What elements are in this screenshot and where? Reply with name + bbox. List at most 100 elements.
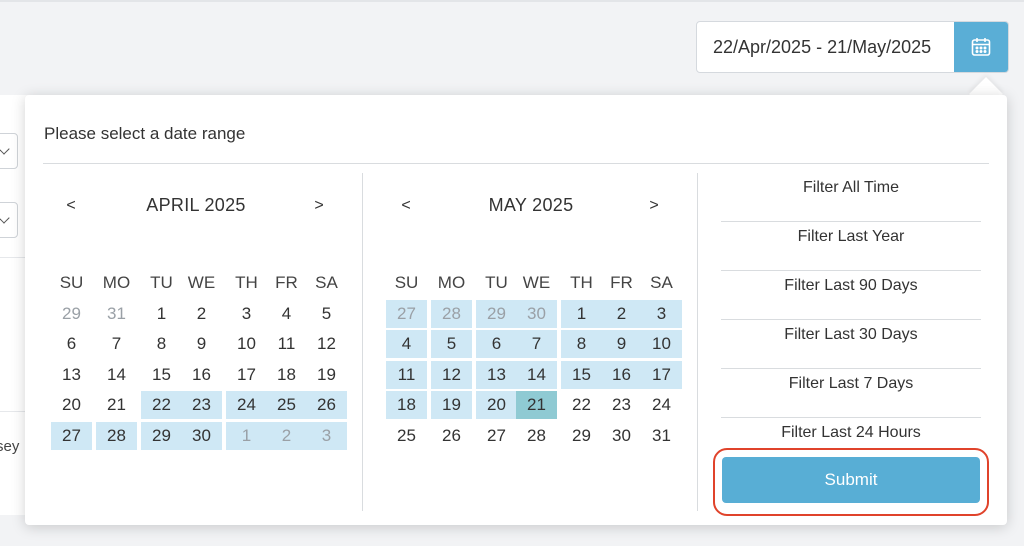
- day-cell[interactable]: 29: [141, 422, 182, 450]
- day-cell[interactable]: 19: [306, 361, 347, 389]
- background-partial-text: sey: [0, 438, 20, 455]
- preset-last-90-days[interactable]: Filter Last 90 Days: [721, 271, 981, 320]
- day-cell[interactable]: 31: [641, 422, 682, 450]
- day-cell[interactable]: 17: [226, 361, 267, 389]
- day-cell[interactable]: 29: [476, 300, 517, 328]
- preset-last-30-days[interactable]: Filter Last 30 Days: [721, 320, 981, 369]
- day-cell[interactable]: 13: [476, 361, 517, 389]
- day-cell[interactable]: 3: [226, 300, 267, 328]
- day-cell[interactable]: 3: [306, 422, 347, 450]
- date-range-value: 22/Apr/2025 - 21/May/2025: [713, 37, 932, 57]
- day-cell[interactable]: 2: [266, 422, 307, 450]
- day-cell[interactable]: 22: [141, 391, 182, 419]
- day-cell[interactable]: 11: [386, 361, 427, 389]
- preset-label: Filter Last 7 Days: [788, 375, 914, 392]
- day-cell[interactable]: 30: [601, 422, 642, 450]
- day-cell[interactable]: 22: [561, 391, 602, 419]
- calendar-header: < APRIL 2025 >: [51, 185, 341, 229]
- preset-label: Filter Last 90 Days: [784, 277, 918, 294]
- day-cell[interactable]: 17: [641, 361, 682, 389]
- day-cell[interactable]: 1: [226, 422, 267, 450]
- day-cell-selected[interactable]: 21: [516, 391, 557, 419]
- day-cell[interactable]: 21: [96, 391, 137, 419]
- day-cell[interactable]: 15: [141, 361, 182, 389]
- day-cell[interactable]: 25: [266, 391, 307, 419]
- day-cell[interactable]: 26: [431, 422, 472, 450]
- day-cell[interactable]: 25: [386, 422, 427, 450]
- day-cell[interactable]: 1: [141, 300, 182, 328]
- day-cell[interactable]: 27: [386, 300, 427, 328]
- day-cell[interactable]: 7: [96, 330, 137, 358]
- day-cell[interactable]: 27: [476, 422, 517, 450]
- day-cell[interactable]: 18: [386, 391, 427, 419]
- day-cell[interactable]: 10: [641, 330, 682, 358]
- weekday-header: SU: [394, 273, 419, 292]
- day-cell[interactable]: 3: [641, 300, 682, 328]
- day-cell[interactable]: 9: [601, 330, 642, 358]
- day-cell[interactable]: 29: [51, 300, 92, 328]
- divider: [362, 173, 363, 511]
- background-dropdown[interactable]: [0, 133, 18, 169]
- day-cell[interactable]: 23: [601, 391, 642, 419]
- calendar-button[interactable]: [954, 22, 1008, 72]
- weekday-header: WE: [187, 273, 216, 292]
- day-cell[interactable]: 4: [266, 300, 307, 328]
- weekday-header: SA: [650, 273, 673, 292]
- day-cell[interactable]: 20: [476, 391, 517, 419]
- day-cell[interactable]: 2: [181, 300, 222, 328]
- day-cell[interactable]: 28: [96, 422, 137, 450]
- day-cell[interactable]: 23: [181, 391, 222, 419]
- preset-last-year[interactable]: Filter Last Year: [721, 222, 981, 271]
- day-cell[interactable]: 1: [561, 300, 602, 328]
- submit-button[interactable]: Submit: [722, 457, 980, 503]
- weekday-header: MO: [437, 273, 466, 292]
- day-cell[interactable]: 6: [476, 330, 517, 358]
- day-cell[interactable]: 8: [141, 330, 182, 358]
- day-cell[interactable]: 26: [306, 391, 347, 419]
- preset-label: Filter Last Year: [797, 228, 905, 245]
- day-cell[interactable]: 31: [96, 300, 137, 328]
- day-cell[interactable]: 15: [561, 361, 602, 389]
- day-cell[interactable]: 29: [561, 422, 602, 450]
- background-dropdown[interactable]: [0, 202, 18, 238]
- weekday-header: TH: [570, 273, 593, 292]
- day-cell[interactable]: 12: [431, 361, 472, 389]
- day-cell[interactable]: 14: [96, 361, 137, 389]
- day-cell[interactable]: 20: [51, 391, 92, 419]
- page-top-border: [0, 0, 1024, 2]
- day-cell[interactable]: 11: [266, 330, 307, 358]
- next-month-button[interactable]: >: [309, 197, 329, 215]
- weekday-header: MO: [102, 273, 131, 292]
- day-cell[interactable]: 28: [431, 300, 472, 328]
- day-cell[interactable]: 9: [181, 330, 222, 358]
- date-range-field[interactable]: 22/Apr/2025 - 21/May/2025: [696, 21, 1009, 73]
- day-cell[interactable]: 16: [601, 361, 642, 389]
- weekday-header: WE: [522, 273, 551, 292]
- day-cell[interactable]: 2: [601, 300, 642, 328]
- day-cell[interactable]: 14: [516, 361, 557, 389]
- day-cell[interactable]: 5: [431, 330, 472, 358]
- day-cell[interactable]: 19: [431, 391, 472, 419]
- weekday-header: TH: [235, 273, 258, 292]
- day-cell[interactable]: 24: [641, 391, 682, 419]
- preset-label: Filter All Time: [802, 179, 899, 196]
- day-cell[interactable]: 16: [181, 361, 222, 389]
- day-cell[interactable]: 30: [181, 422, 222, 450]
- day-cell[interactable]: 4: [386, 330, 427, 358]
- day-cell[interactable]: 27: [51, 422, 92, 450]
- day-cell[interactable]: 8: [561, 330, 602, 358]
- preset-all-time[interactable]: Filter All Time: [721, 173, 981, 222]
- day-cell[interactable]: 12: [306, 330, 347, 358]
- day-cell[interactable]: 28: [516, 422, 557, 450]
- next-month-button[interactable]: >: [644, 197, 664, 215]
- day-cell[interactable]: 5: [306, 300, 347, 328]
- day-cell[interactable]: 13: [51, 361, 92, 389]
- day-cell[interactable]: 30: [516, 300, 557, 328]
- preset-last-7-days[interactable]: Filter Last 7 Days: [721, 369, 981, 418]
- day-cell[interactable]: 6: [51, 330, 92, 358]
- day-cell[interactable]: 7: [516, 330, 557, 358]
- day-cell[interactable]: 24: [226, 391, 267, 419]
- day-cell[interactable]: 18: [266, 361, 307, 389]
- day-cell[interactable]: 10: [226, 330, 267, 358]
- weekday-header: SU: [59, 273, 84, 292]
